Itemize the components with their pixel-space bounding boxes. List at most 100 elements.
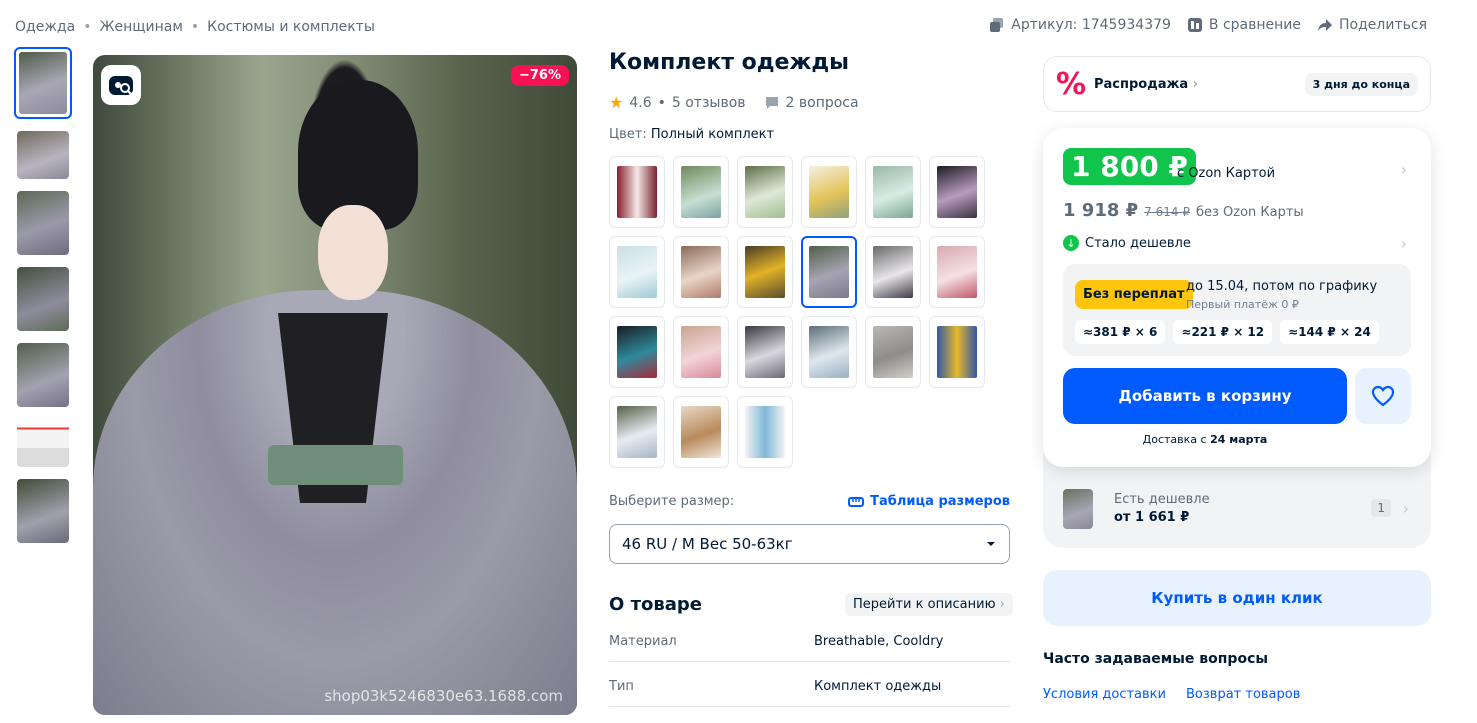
- variant-swatch[interactable]: [673, 156, 729, 228]
- reviews-link[interactable]: 5 отзывов: [672, 95, 746, 111]
- color-label: Цвет: Полный комплект: [609, 127, 774, 142]
- product-main-image[interactable]: −76% shop03k5246830e63.1688.com: [93, 55, 577, 715]
- cheaper-offer-label: Есть дешевле: [1114, 492, 1210, 507]
- breadcrumb: Одежда • Женщинам • Костюмы и комплекты: [15, 19, 375, 35]
- variant-swatch[interactable]: [609, 236, 665, 308]
- variant-swatch[interactable]: [865, 316, 921, 388]
- variant-swatch[interactable]: [673, 396, 729, 468]
- regular-price: 1 918 ₽: [1063, 200, 1139, 221]
- chat-icon: [765, 96, 778, 109]
- faq-link-returns[interactable]: Возврат товаров: [1186, 687, 1300, 702]
- variant-swatch[interactable]: [737, 156, 793, 228]
- product-title: Комплект одежды: [609, 50, 850, 75]
- chevron-right-icon: ›: [1192, 76, 1199, 92]
- variant-swatch[interactable]: [865, 156, 921, 228]
- compare-icon: [1187, 18, 1202, 32]
- size-select[interactable]: 46 RU / M Вес 50-63кг: [609, 524, 1010, 564]
- ozon-card-price[interactable]: 1 800 ₽: [1063, 148, 1196, 185]
- prop-material: Материал Breathable, Cooldry: [609, 634, 1010, 662]
- cheaper-offer[interactable]: Есть дешевле от 1 661 ₽ 1 ›: [1063, 487, 1411, 531]
- breadcrumb-item-suits[interactable]: Костюмы и комплекты: [207, 19, 375, 35]
- favorite-button[interactable]: [1355, 368, 1411, 424]
- breadcrumb-item-women[interactable]: Женщинам: [99, 19, 182, 35]
- compare-button[interactable]: В сравнение: [1187, 17, 1301, 33]
- prop-value: Breathable, Cooldry: [814, 634, 944, 649]
- camera-search-icon: [109, 76, 133, 95]
- copy-icon: [990, 18, 1004, 32]
- top-actions: Артикул: 1745934379 В сравнение Поделить…: [989, 17, 1427, 33]
- image-figure-sash: [268, 445, 403, 485]
- size-table-label: Таблица размеров: [870, 494, 1010, 509]
- sale-banner[interactable]: % Распродажа › 3 дня до конца: [1043, 56, 1431, 112]
- variant-swatch[interactable]: [801, 156, 857, 228]
- installment-option-24[interactable]: ≈144 ₽ × 24: [1280, 320, 1379, 344]
- faq-link-delivery[interactable]: Условия доставки: [1043, 687, 1166, 702]
- gallery-thumb-3[interactable]: [17, 191, 69, 255]
- gallery-thumb-2[interactable]: [17, 131, 69, 179]
- size-table-link[interactable]: Таблица размеров: [848, 494, 1010, 509]
- gallery-thumb-4[interactable]: [17, 267, 69, 331]
- variant-swatch[interactable]: [737, 316, 793, 388]
- faq-title: Часто задаваемые вопросы: [1043, 651, 1269, 667]
- variant-swatch[interactable]: [609, 316, 665, 388]
- variant-swatch[interactable]: [929, 236, 985, 308]
- chevron-right-icon: ›: [1402, 499, 1409, 518]
- share-icon: [1318, 19, 1333, 31]
- chevron-right-icon[interactable]: ›: [1401, 160, 1407, 179]
- variant-swatch[interactable]: [737, 396, 793, 468]
- questions-link[interactable]: 2 вопроса: [764, 95, 859, 111]
- rating-separator: •: [657, 94, 666, 111]
- variant-swatch[interactable]: [673, 236, 729, 308]
- old-price: 7 614 ₽: [1144, 205, 1190, 219]
- image-search-button[interactable]: [101, 65, 141, 105]
- regular-price-label: без Ozon Карты: [1195, 205, 1304, 220]
- article-number: Артикул: 1745934379: [1011, 17, 1171, 33]
- size-row: Выберите размер: Таблица размеров: [609, 494, 1010, 509]
- breadcrumb-separator: •: [190, 19, 200, 35]
- variant-swatch[interactable]: [865, 236, 921, 308]
- add-to-cart-button[interactable]: Добавить в корзину: [1063, 368, 1347, 424]
- about-title: О товаре: [609, 594, 702, 615]
- variant-swatch[interactable]: [801, 316, 857, 388]
- image-watermark: shop03k5246830e63.1688.com: [324, 687, 563, 705]
- variant-swatch-selected[interactable]: [801, 236, 857, 308]
- gallery-thumb-6[interactable]: [17, 419, 69, 467]
- chevron-right-icon: ›: [999, 597, 1005, 612]
- breadcrumb-separator: •: [83, 19, 92, 35]
- installment-option-12[interactable]: ≈221 ₽ × 12: [1173, 320, 1273, 344]
- buy-one-click-button[interactable]: Купить в один клик: [1043, 570, 1431, 626]
- rating-row: ★ 4.6 • 5 отзывов 2 вопроса: [609, 93, 859, 112]
- prop-type: Тип Комплект одежды: [609, 679, 1010, 707]
- variant-swatch[interactable]: [609, 396, 665, 468]
- gallery-thumb-7[interactable]: [17, 479, 69, 543]
- gallery-thumbnails: [14, 47, 72, 555]
- chevron-right-icon[interactable]: ›: [1401, 234, 1407, 253]
- faq-links: Условия доставки Возврат товаров: [1043, 687, 1300, 702]
- installment-options: ≈381 ₽ × 6 ≈221 ₽ × 12 ≈144 ₽ × 24: [1075, 320, 1379, 344]
- discount-badge: −76%: [510, 65, 569, 86]
- percent-icon: %: [1056, 66, 1087, 102]
- ozon-card-label: с Ozon Картой: [1177, 166, 1276, 181]
- variant-swatch[interactable]: [737, 236, 793, 308]
- price-dropped-row[interactable]: ↓ Стало дешевле: [1063, 235, 1191, 251]
- color-label-value: Полный комплект: [650, 127, 775, 142]
- rating-value: 4.6: [629, 94, 652, 111]
- regular-price-row: 1 918 ₽ 7 614 ₽ без Ozon Карты: [1063, 200, 1304, 221]
- size-label: Выберите размер:: [609, 494, 735, 509]
- variant-swatch[interactable]: [609, 156, 665, 228]
- installment-option-6[interactable]: ≈381 ₽ × 6: [1075, 320, 1166, 344]
- variant-swatch[interactable]: [673, 316, 729, 388]
- installment-terms: до 15.04, потом по графику: [1186, 279, 1378, 294]
- ruler-icon: [848, 496, 865, 507]
- article-copy[interactable]: Артикул: 1745934379: [989, 17, 1171, 33]
- breadcrumb-item-clothing[interactable]: Одежда: [15, 19, 75, 35]
- variant-swatch[interactable]: [929, 156, 985, 228]
- prop-key: Материал: [609, 634, 677, 649]
- gallery-thumb-1[interactable]: [14, 47, 72, 119]
- go-to-description-button[interactable]: Перейти к описанию ›: [845, 593, 1013, 616]
- share-button[interactable]: Поделиться: [1317, 17, 1427, 33]
- gallery-thumb-5[interactable]: [17, 343, 69, 407]
- variant-swatch[interactable]: [929, 316, 985, 388]
- installment-block[interactable]: Без переплат до 15.04, потом по графику …: [1063, 264, 1411, 356]
- installment-first-payment: Первый платёж 0 ₽: [1186, 298, 1299, 311]
